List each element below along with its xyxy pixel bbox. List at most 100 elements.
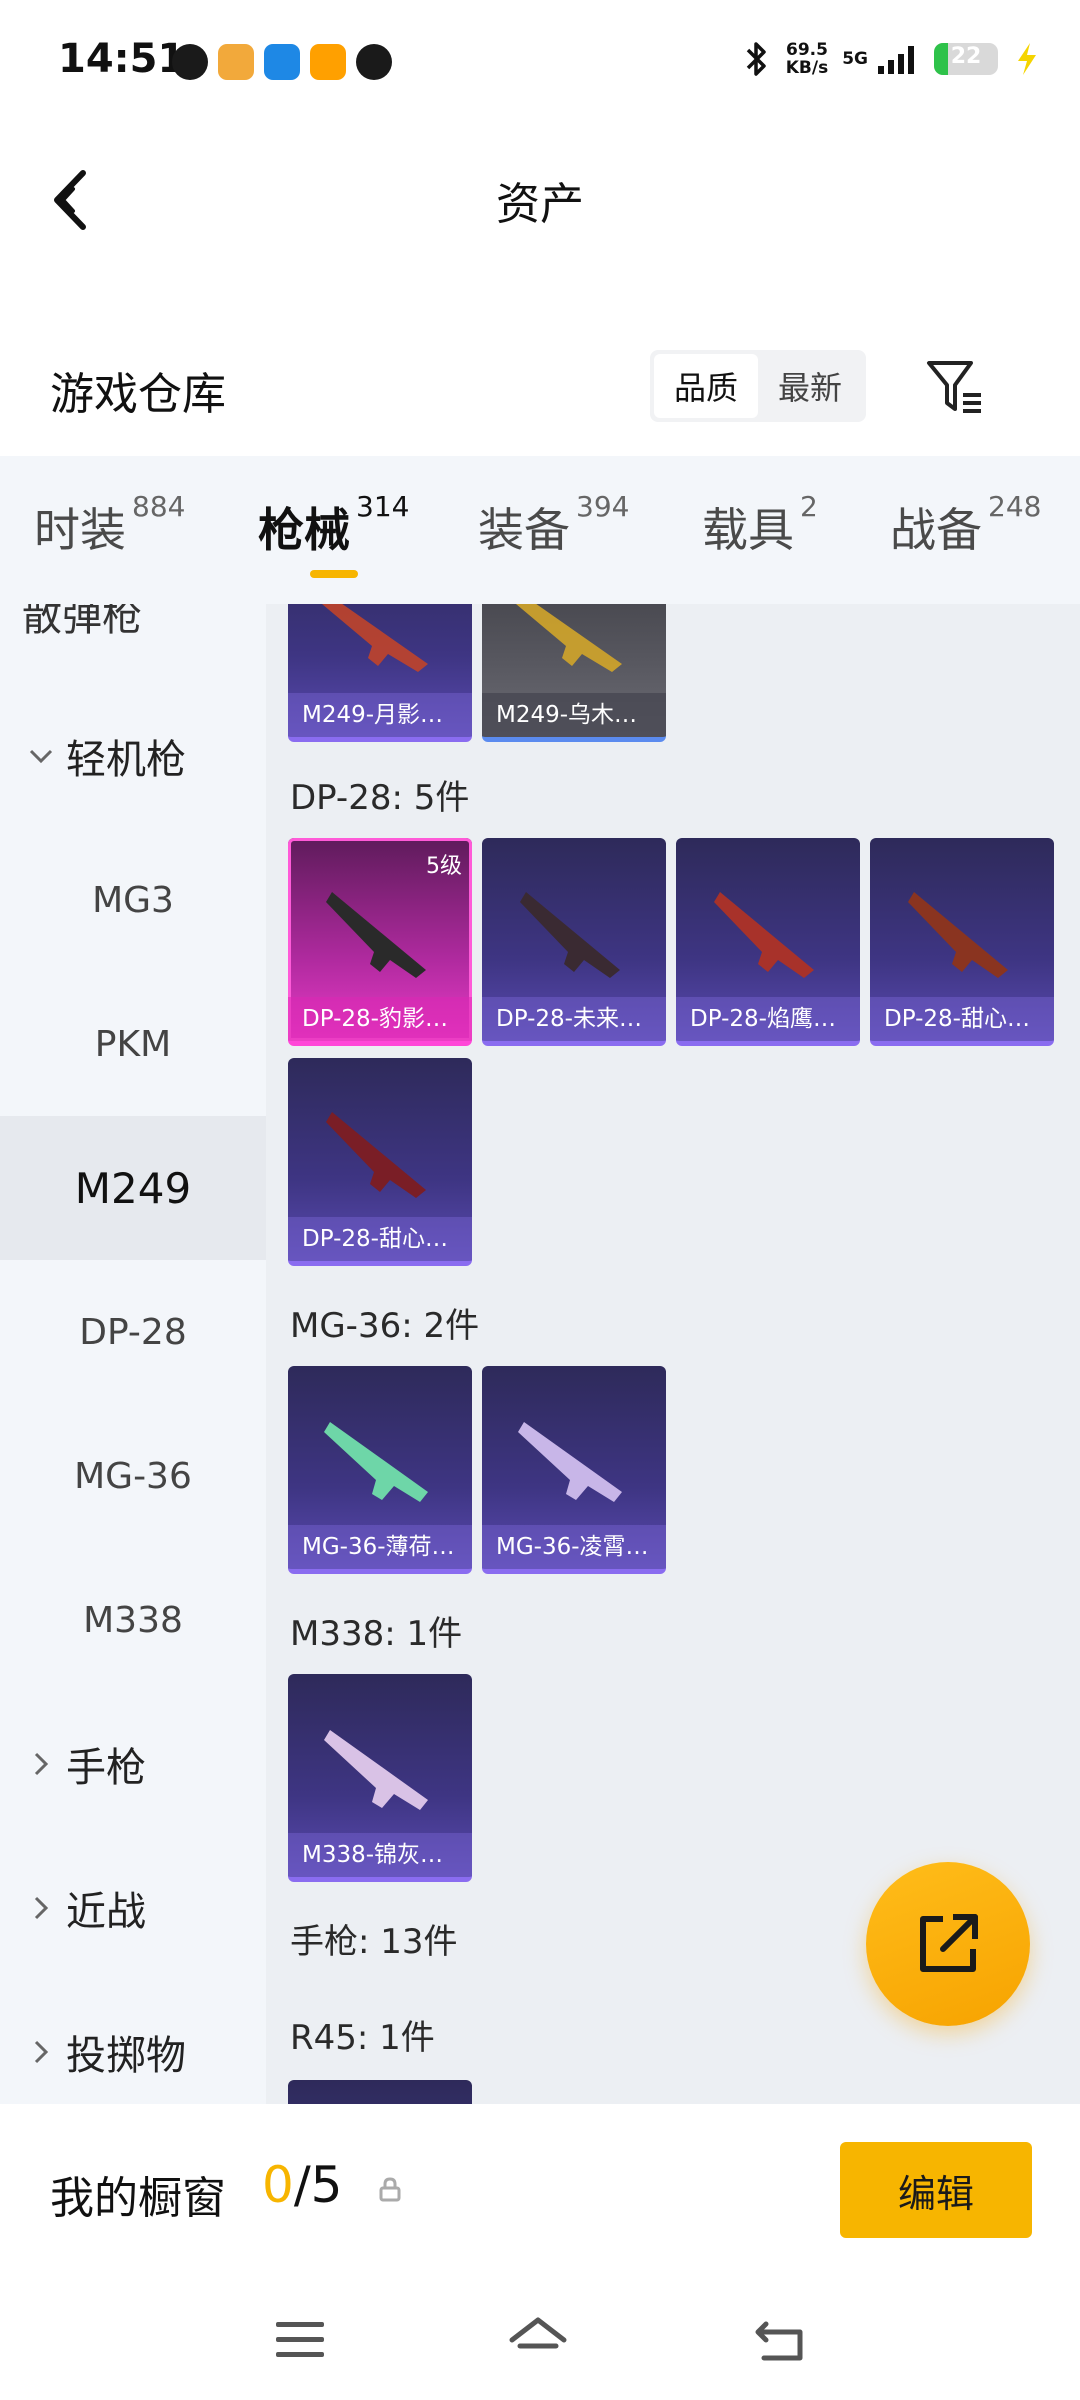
gun-icon [520,892,620,978]
sidebar-item-mg36[interactable]: MG-36 [0,1404,266,1548]
chevron-right-icon [22,1895,60,1921]
home-icon [509,2317,567,2349]
sidebar-item-dp28[interactable]: DP-28 [0,1260,266,1404]
tab-label: 载具 [702,503,794,557]
app-notification-icon [310,44,346,80]
system-navbar [0,2282,1080,2400]
item-card[interactable]: DP-28-未来… [482,838,666,1046]
item-card[interactable]: 5级 DP-28-豹影… [288,838,472,1046]
share-external-icon [920,1914,978,1972]
back-icon [755,2321,803,2361]
sidebar-item-partial[interactable]: 散弹枪 [22,604,142,642]
sort-option-newest[interactable]: 最新 [758,354,862,418]
sidebar-item-label: 近战 [66,1889,146,1935]
status-indicators: 69.5 KB/s 5G 22 [742,40,1042,78]
gun-icon [322,604,428,672]
item-card[interactable]: MG-36-凌霄… [482,1366,666,1574]
group-label: MG-36: 2件 [290,1306,480,1346]
tab-count: 884 [132,490,186,523]
gun-icon [326,892,426,978]
nav-menu-button[interactable] [268,2312,332,2368]
sort-toggle: 品质 最新 [650,350,866,422]
item-name: MG-36-薄荷… [288,1525,472,1569]
tab-count: 2 [800,490,818,523]
item-name: M249-月影… [288,693,472,737]
category-tabs: 时装 884 枪械 314 装备 394 载具 2 战备 248 [0,456,1080,604]
warehouse-header: 游戏仓库 品质 最新 [0,330,1080,450]
item-card[interactable]: M249-乌木… [482,604,666,742]
app-notification-icon [172,44,208,80]
sidebar-item-label: 手枪 [66,1745,146,1791]
item-name: M338-锦灰… [288,1833,472,1877]
nav-back-button[interactable] [748,2312,812,2368]
gun-icon [714,892,814,978]
group-label: 手枪: 13件 [290,1922,458,1962]
gun-icon [516,604,622,672]
filter-button[interactable] [920,352,990,422]
chevron-down-icon [22,748,60,764]
item-card[interactable]: DP-28-焰鹰… [676,838,860,1046]
charging-icon [1018,43,1036,75]
sidebar: 散弹枪 轻机枪 MG3 PKM M249 DP-28 MG-36 M338 手枪… [0,604,266,2104]
sidebar-item-pkm[interactable]: PKM [0,972,266,1116]
item-card[interactable]: DP-28-甜心… [870,838,1054,1046]
item-name: MG-36-凌霄… [482,1525,666,1569]
network-type: 5G [842,49,868,69]
item-name: DP-28-甜心… [288,1217,472,1261]
item-card[interactable]: M249-月影… [288,604,472,742]
lock-icon [379,2177,401,2202]
tab-label: 时装 [34,503,126,557]
item-card[interactable]: MG-36-薄荷… [288,1366,472,1574]
active-tab-indicator [310,570,358,578]
gun-icon [908,892,1008,978]
sidebar-item-throwables[interactable]: 投掷物 [0,1980,266,2104]
tab-vehicles[interactable]: 载具 2 [702,490,818,560]
item-card[interactable]: M338-锦灰… [288,1674,472,1882]
nav-home-button[interactable] [506,2312,570,2368]
edit-button[interactable]: 编辑 [840,2142,1032,2238]
item-name: DP-28-甜心… [870,997,1054,1041]
sidebar-item-melee[interactable]: 近战 [0,1836,266,1980]
filter-icon [927,361,981,413]
tab-count: 248 [988,490,1042,523]
sidebar-item-m249[interactable]: M249 [0,1116,266,1260]
gun-icon [324,1422,428,1502]
tab-guns[interactable]: 枪械 314 [258,490,409,560]
tab-fashion[interactable]: 时装 884 [34,490,185,560]
sort-option-quality[interactable]: 品质 [654,354,758,418]
gun-icon [518,1422,622,1502]
showcase-title: 我的橱窗 [50,2173,226,2224]
page-title: 资产 [496,179,584,230]
app-notification-icon [218,44,254,80]
sidebar-item-pistol[interactable]: 手枪 [0,1692,266,1836]
item-name: DP-28-焰鹰… [676,997,860,1041]
tab-supplies[interactable]: 战备 248 [890,490,1041,560]
net-speed-value: 69.5 [785,40,828,60]
item-card[interactable] [288,2080,472,2104]
sidebar-item-label: 投掷物 [66,2033,186,2079]
warehouse-title: 游戏仓库 [50,369,226,420]
share-button[interactable] [866,1862,1030,2026]
chevron-right-icon [22,2039,60,2065]
gun-icon [324,1730,428,1810]
group-label: R45: 1件 [290,2018,435,2058]
sidebar-item-mg3[interactable]: MG3 [0,828,266,972]
status-time: 14:51 [58,36,186,82]
battery-percent: 22 [950,44,982,69]
app-notification-icon [356,44,392,80]
sidebar-item-light-machine-gun[interactable]: 轻机枪 [0,684,266,828]
battery-indicator: 22 [934,43,998,75]
group-label: DP-28: 5件 [290,778,470,818]
tab-equipment[interactable]: 装备 394 [478,490,629,560]
tab-count: 314 [356,490,410,523]
item-card[interactable]: DP-28-甜心… [288,1058,472,1266]
tab-count: 394 [576,490,630,523]
item-name: DP-28-未来… [482,997,666,1041]
net-speed-unit: KB/s [785,58,829,78]
showcase-total: /5 [293,2156,343,2214]
bluetooth-icon [746,42,766,76]
menu-icon [276,2322,324,2357]
item-level: 5级 [426,854,462,879]
showcase-count: 0/5 [262,2156,342,2214]
sidebar-item-m338[interactable]: M338 [0,1548,266,1692]
